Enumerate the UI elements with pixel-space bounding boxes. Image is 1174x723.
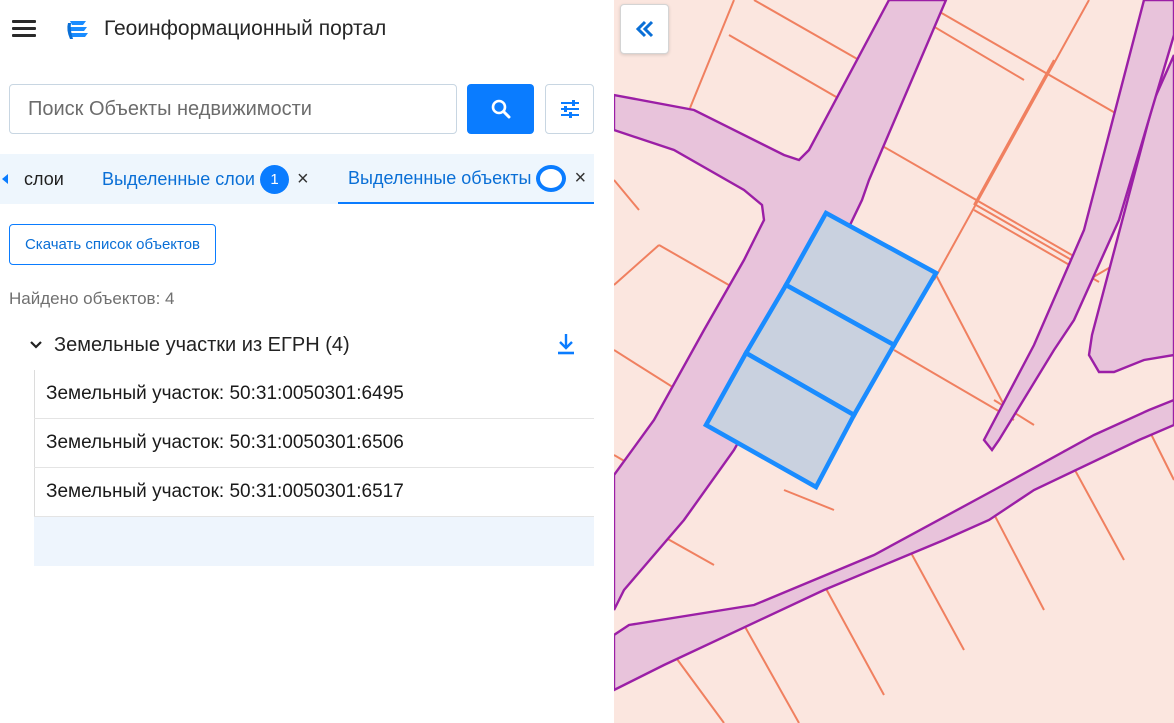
tab-selected-objects[interactable]: Выделенные объекты ×: [338, 154, 594, 204]
chevron-down-icon[interactable]: [28, 337, 44, 353]
cadastral-map[interactable]: [614, 0, 1174, 723]
caret-left-icon[interactable]: [0, 172, 12, 186]
list-item[interactable]: Земельный участок: 50:31:0050301:6517: [34, 468, 594, 517]
tab-selected-layers-label: Выделенные слои: [102, 168, 255, 189]
close-selected-layers-tab-icon[interactable]: ×: [297, 168, 309, 191]
tab-layers-label: слои: [24, 168, 64, 189]
list-item[interactable]: Земельный участок: 50:31:0050301:6506: [34, 419, 594, 468]
side-panel: Геоинформационный портал слои Выделенные…: [0, 0, 614, 723]
loading-spinner-icon: [536, 164, 567, 192]
app-title: Геоинформационный портал: [104, 17, 387, 40]
filter-button[interactable]: [545, 84, 594, 134]
search-button[interactable]: [467, 84, 534, 134]
hamburger-menu-icon[interactable]: [12, 20, 36, 38]
collapse-panel-button[interactable]: [620, 4, 669, 54]
search-icon: [491, 99, 510, 119]
selected-layers-count-badge: 1: [259, 164, 289, 194]
found-count-text: Найдено объектов: 4: [9, 289, 175, 308]
results-list: Земельный участок: 50:31:0050301:6495 Зе…: [34, 370, 594, 566]
tab-selected-objects-label: Выделенные объекты: [348, 167, 532, 188]
results-group-title: Земельные участки из ЕГРН (4): [54, 333, 350, 356]
tab-layers[interactable]: слои: [24, 154, 64, 204]
tab-selected-layers[interactable]: Выделенные слои 1 ×: [102, 154, 309, 204]
list-item[interactable]: [34, 517, 594, 566]
search-input[interactable]: [10, 85, 456, 133]
download-objects-list-button[interactable]: Скачать список объектов: [9, 224, 216, 265]
close-selected-objects-tab-icon[interactable]: ×: [574, 167, 586, 190]
filter-sliders-icon: [560, 100, 579, 118]
search-field[interactable]: [9, 84, 457, 134]
list-item[interactable]: Земельный участок: 50:31:0050301:6495: [34, 370, 594, 419]
double-chevron-left-icon: [635, 20, 653, 38]
results-group-header[interactable]: Земельные участки из ЕГРН (4): [28, 330, 594, 360]
portal-logo-icon: [67, 21, 88, 39]
download-icon[interactable]: [555, 332, 577, 356]
tab-bar: слои Выделенные слои 1 × Выделенные объе…: [0, 154, 594, 204]
map-view[interactable]: [614, 0, 1174, 723]
